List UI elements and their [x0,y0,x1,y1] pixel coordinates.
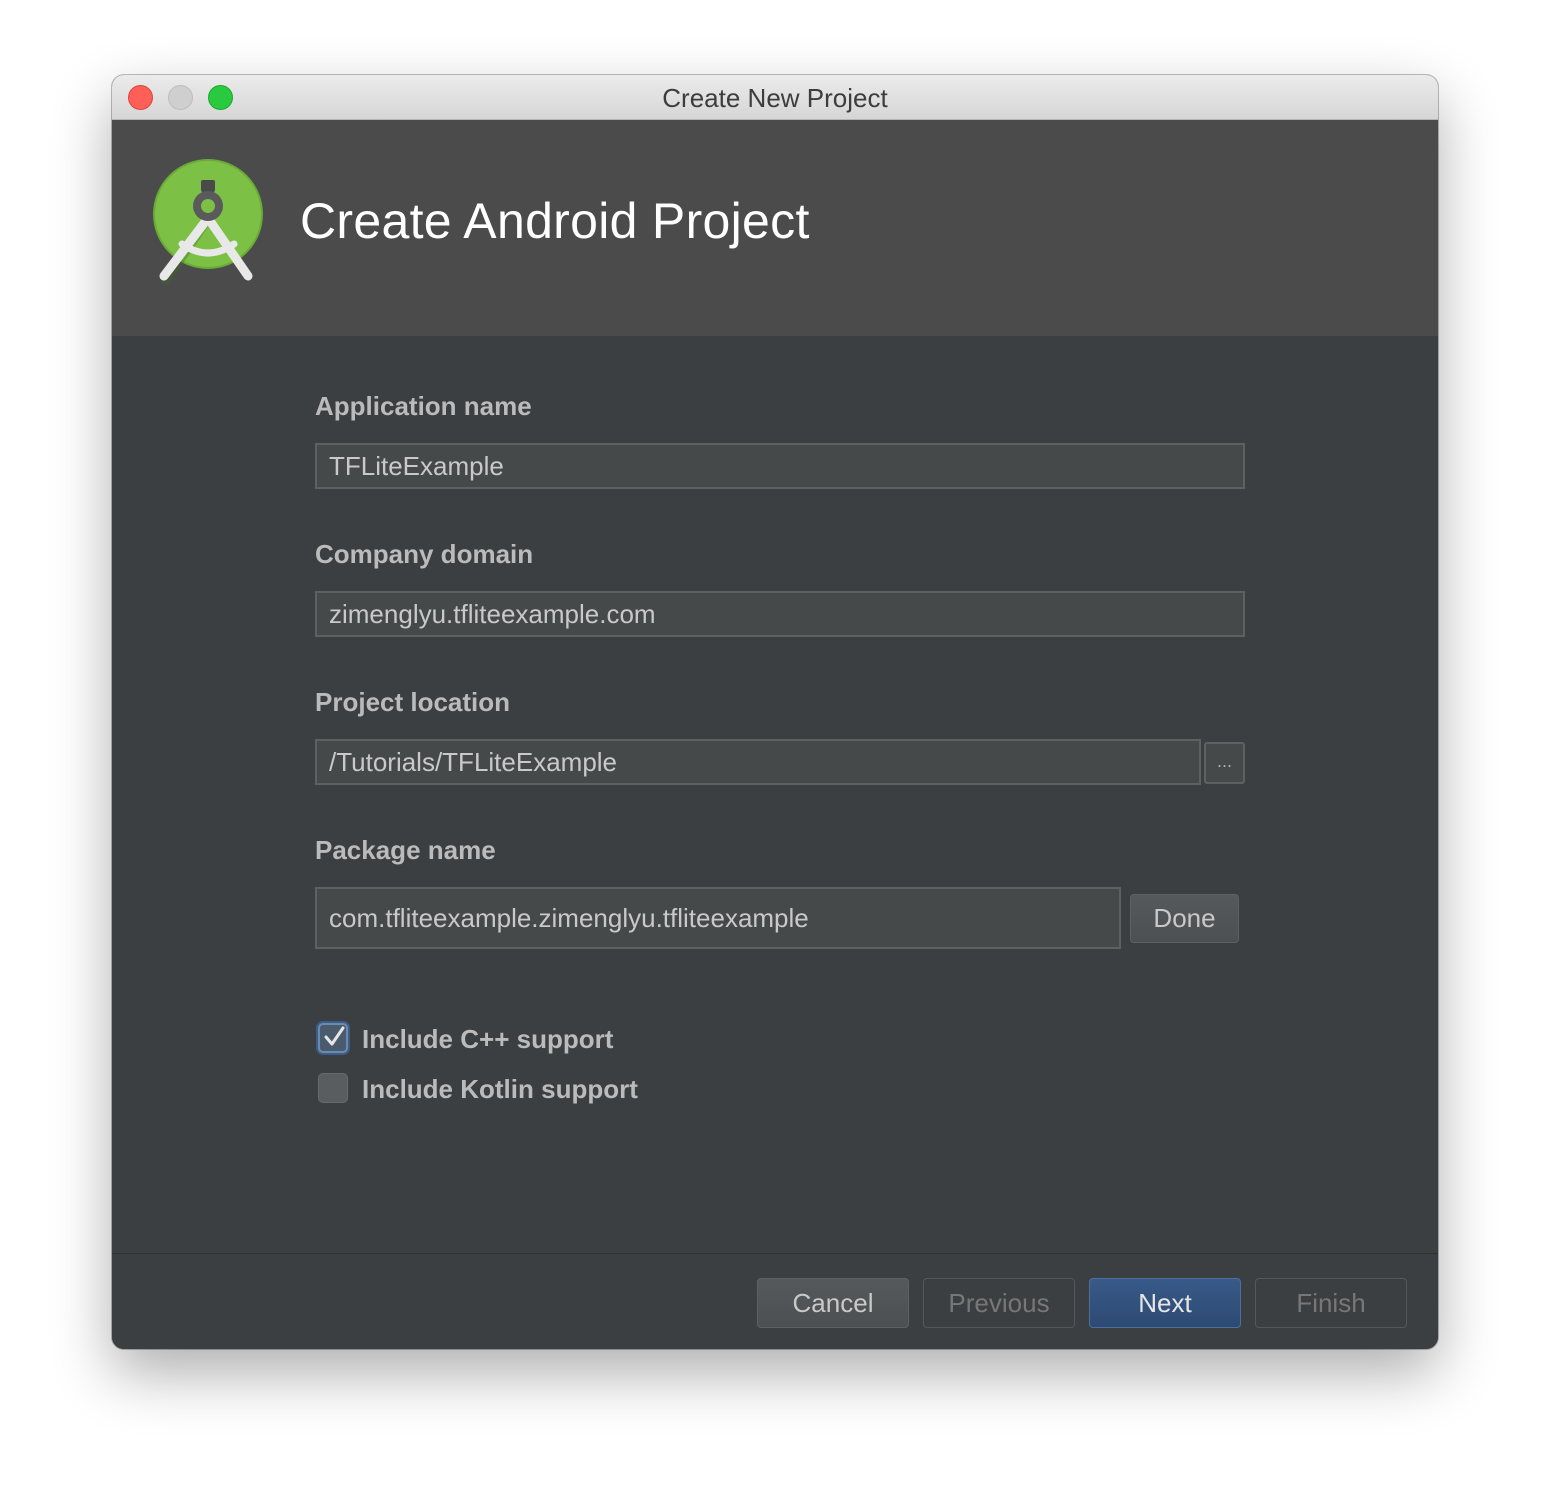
create-project-dialog: Create New Project Create Android Projec… [112,75,1438,1349]
page-title: Create Android Project [300,193,810,249]
previous-button[interactable]: Previous [923,1278,1075,1328]
include-cpp-checkbox[interactable] [318,1023,348,1053]
company-domain-input[interactable] [315,591,1245,637]
include-kotlin-label: Include Kotlin support [362,1074,638,1104]
include-kotlin-checkbox[interactable] [318,1073,348,1103]
window-title: Create New Project [662,83,888,113]
company-domain-label: Company domain [315,539,534,569]
project-location-input[interactable] [315,739,1201,785]
finish-button[interactable]: Finish [1255,1278,1407,1328]
include-cpp-label: Include C++ support [362,1024,614,1054]
cancel-button[interactable]: Cancel [757,1278,909,1328]
checkmark-icon [324,1026,345,1046]
android-studio-logo-icon [153,159,263,285]
package-name-input[interactable] [315,887,1121,949]
form-area: Application name Company domain Project … [112,336,1438,1253]
wizard-header: Create Android Project [112,120,1438,336]
application-name-input[interactable] [315,443,1245,489]
project-location-label: Project location [315,687,511,717]
title-bar: Create New Project [112,75,1438,120]
application-name-label: Application name [315,391,532,421]
package-done-button[interactable]: Done [1130,894,1239,943]
browse-location-button[interactable]: ... [1204,742,1245,784]
package-name-label: Package name [315,835,496,865]
wizard-footer: Cancel Previous Next Finish [112,1253,1438,1349]
next-button[interactable]: Next [1089,1278,1241,1328]
